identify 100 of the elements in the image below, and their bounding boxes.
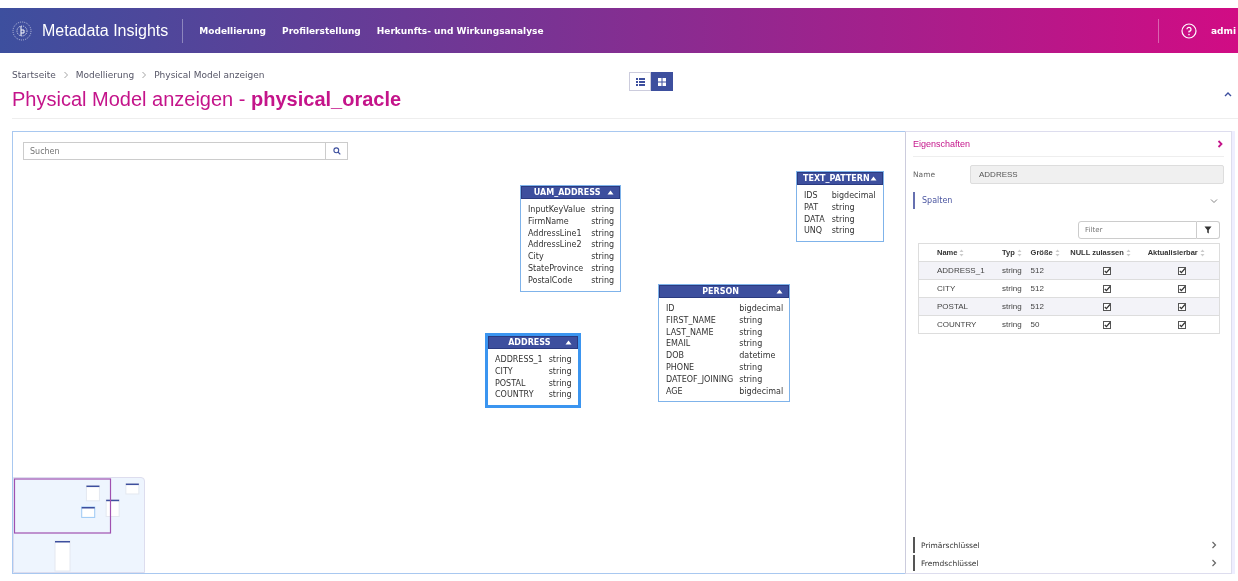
column-type: string bbox=[831, 225, 856, 238]
table-cell: 512 bbox=[1028, 297, 1069, 316]
column-name: City bbox=[528, 251, 545, 263]
column-type: string bbox=[831, 201, 856, 214]
column-name: StateProvince bbox=[528, 263, 585, 275]
column-name: LAST_NAME bbox=[666, 326, 715, 339]
column-name: IDS bbox=[804, 190, 819, 202]
column-name: InputKeyValue bbox=[528, 204, 586, 216]
entity-name: PERSON bbox=[701, 287, 740, 296]
table-entity[interactable]: ADDRESS ADDRESS_1 string CITY string POSTAL string COUNTRY string bbox=[485, 333, 581, 409]
chevron-right-icon bbox=[140, 71, 149, 79]
table-cell: POSTAL bbox=[918, 297, 1001, 316]
column-type: bigdecimal bbox=[739, 303, 784, 315]
column-name: ID bbox=[666, 303, 676, 315]
column-type: string bbox=[739, 326, 764, 339]
column-name: PAT bbox=[804, 201, 820, 214]
checkbox[interactable] bbox=[1178, 320, 1187, 329]
collapse-icon[interactable] bbox=[564, 340, 572, 345]
search-field[interactable]: Suchen bbox=[23, 142, 326, 160]
search-button[interactable] bbox=[326, 142, 348, 160]
column-type: string bbox=[591, 239, 615, 252]
nav-link[interactable]: Modellierung bbox=[199, 25, 267, 36]
column-type: string bbox=[548, 365, 572, 378]
column-name: DATEOF_JOINING bbox=[666, 373, 734, 386]
column-type: string bbox=[591, 274, 615, 287]
column-name: POSTAL bbox=[495, 377, 527, 390]
collapse-icon[interactable] bbox=[869, 176, 877, 181]
table-cell: COUNTRY bbox=[918, 315, 1001, 334]
breadcrumb-link[interactable]: Modellierung bbox=[75, 70, 135, 80]
column-type: string bbox=[591, 204, 615, 216]
checkbox[interactable] bbox=[1102, 284, 1111, 293]
column-type: string bbox=[739, 314, 764, 327]
section-header[interactable]: Spalten bbox=[913, 192, 1224, 209]
column-name: AddressLine1 bbox=[528, 227, 583, 240]
column-name: FirmName bbox=[528, 215, 570, 228]
filter-icon bbox=[1204, 226, 1212, 234]
column-name: DATA bbox=[804, 213, 826, 226]
column-name: ADDRESS_1 bbox=[495, 354, 543, 366]
name-field[interactable]: ADDRESS bbox=[970, 165, 1224, 184]
checkbox[interactable] bbox=[1178, 302, 1187, 311]
column-name: FIRST_NAME bbox=[666, 314, 717, 327]
breadcrumb-link[interactable]: Startseite bbox=[12, 70, 56, 80]
column-type: string bbox=[591, 215, 615, 228]
search-icon bbox=[332, 147, 341, 155]
table-entity[interactable]: PERSON ID bigdecimal FIRST_NAME string LAST_NAME string EMAIL string DOB datetime PHONE string DATEOF_JOINING string AGE bigdecimal bbox=[658, 284, 791, 403]
user-menu[interactable]: admi bbox=[1211, 25, 1236, 36]
column-type: string bbox=[739, 338, 764, 351]
collapse-icon[interactable] bbox=[607, 190, 615, 195]
table-cell: ADDRESS_1 bbox=[918, 261, 1001, 280]
entity-name: UAM_ADDRESS bbox=[532, 188, 602, 197]
collapse-icon[interactable] bbox=[776, 289, 784, 294]
minimap-drawing[interactable] bbox=[13, 477, 145, 573]
column-name: EMAIL bbox=[666, 338, 692, 351]
app-name: Metadata Insights bbox=[42, 21, 169, 40]
table-entity[interactable]: UAM_ADDRESS InputKeyValue string FirmName string AddressLine1 string AddressLine2 string City string StateProvince string PostalCode string bbox=[520, 185, 622, 292]
panel-title: Eigenschaften bbox=[913, 139, 972, 149]
grid-icon bbox=[658, 77, 666, 86]
chevron-right-icon bbox=[61, 71, 70, 79]
page-title: Physical Model anzeigen - physical_oracle bbox=[12, 87, 402, 111]
column-name: AGE bbox=[666, 385, 684, 398]
chevron-right-icon bbox=[1210, 541, 1218, 549]
filter-button[interactable] bbox=[1197, 221, 1220, 239]
nav-link[interactable]: Profilerstellung bbox=[282, 25, 361, 36]
column-type: string bbox=[591, 227, 615, 240]
view-toggle-button[interactable] bbox=[651, 72, 673, 91]
table-cell: string bbox=[1000, 297, 1029, 316]
checkbox[interactable] bbox=[1178, 266, 1187, 275]
column-type: datetime bbox=[739, 350, 777, 362]
column-name: COUNTRY bbox=[495, 389, 535, 402]
logo-icon bbox=[12, 20, 32, 41]
column-type: string bbox=[739, 373, 764, 386]
collapse-icon[interactable] bbox=[1224, 90, 1232, 98]
column-name: UNQ bbox=[804, 225, 824, 238]
checkbox[interactable] bbox=[1102, 302, 1111, 311]
column-type: string bbox=[739, 362, 764, 374]
table-entity[interactable]: TEXT_PATTERN IDS bigdecimal PAT string DATA string UNQ string bbox=[796, 171, 884, 243]
column-type: string bbox=[591, 263, 615, 275]
column-type: string bbox=[591, 251, 615, 263]
table-cell: 50 bbox=[1028, 315, 1069, 334]
column-name: CITY bbox=[495, 365, 514, 378]
checkbox[interactable] bbox=[1102, 320, 1111, 329]
entity-name: ADDRESS bbox=[507, 338, 552, 347]
list-icon bbox=[635, 77, 645, 86]
table-cell: string bbox=[1000, 261, 1029, 280]
chevron-down-icon bbox=[1210, 196, 1218, 205]
chevron-right-icon bbox=[1216, 140, 1224, 148]
column-name: DOB bbox=[666, 350, 685, 362]
chevron-right-icon bbox=[1210, 559, 1218, 567]
column-type: string bbox=[831, 213, 856, 226]
breadcrumb-link[interactable]: Physical Model anzeigen bbox=[154, 70, 265, 80]
nav-link[interactable]: Herkunfts- und Wirkungsanalyse bbox=[376, 25, 544, 36]
column-name: AddressLine2 bbox=[528, 239, 583, 252]
table-cell: 512 bbox=[1028, 261, 1069, 280]
column-type: string bbox=[548, 389, 572, 402]
column-type: bigdecimal bbox=[831, 190, 877, 202]
help-icon[interactable] bbox=[1181, 22, 1197, 39]
column-type: string bbox=[548, 377, 572, 390]
checkbox[interactable] bbox=[1178, 284, 1187, 293]
column-type: bigdecimal bbox=[739, 385, 784, 398]
checkbox[interactable] bbox=[1102, 266, 1111, 275]
